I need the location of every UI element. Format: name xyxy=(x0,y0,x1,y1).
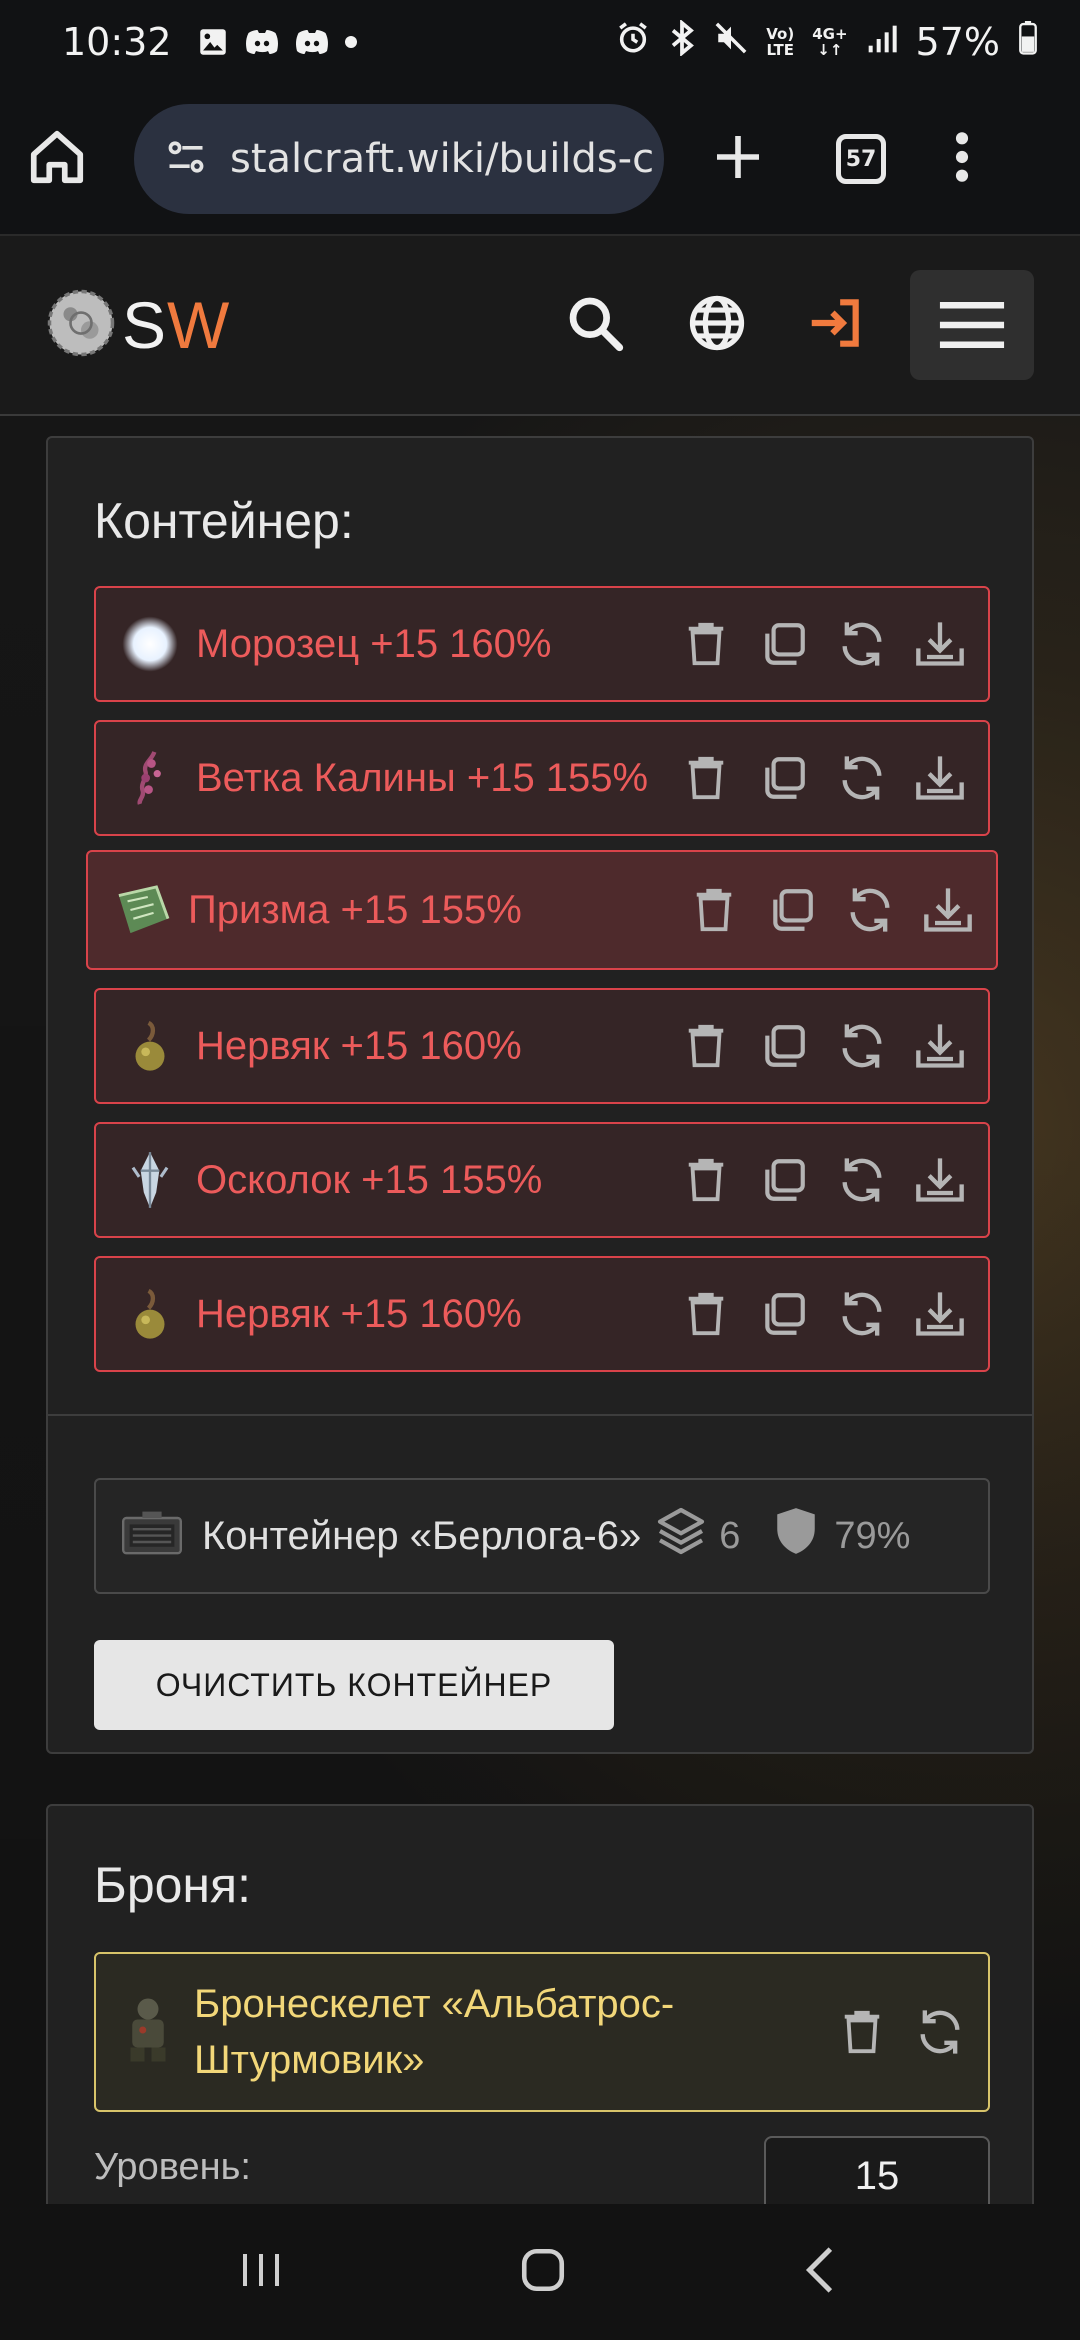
layers-icon xyxy=(653,1503,709,1569)
container-section-title: Контейнер: xyxy=(94,493,354,549)
replace-icon[interactable] xyxy=(834,1286,890,1342)
discord-icon xyxy=(244,27,280,57)
delete-icon[interactable] xyxy=(678,1286,734,1342)
artifact-thumbnail xyxy=(120,1284,180,1344)
copy-icon[interactable] xyxy=(756,750,812,806)
hamburger-menu-button[interactable] xyxy=(910,270,1034,380)
clock: 10:32 xyxy=(62,20,172,64)
artifact-name: Призма +15 155% xyxy=(188,887,522,932)
system-nav-bar xyxy=(0,2204,1080,2340)
logo-text: SW xyxy=(122,288,231,362)
artifact-thumbnail xyxy=(120,748,180,808)
artifact-row[interactable]: Призма +15 155% xyxy=(86,850,998,970)
delete-icon[interactable] xyxy=(678,1152,734,1208)
volte-indicator: Vo) LTE xyxy=(766,25,795,59)
level-input[interactable]: 15 xyxy=(764,2136,990,2204)
artifact-name: Морозец +15 160% xyxy=(196,621,552,666)
discord-icon xyxy=(294,27,330,57)
download-icon[interactable] xyxy=(912,1286,968,1342)
replace-icon[interactable] xyxy=(834,616,890,672)
replace-icon[interactable] xyxy=(912,2004,968,2060)
artifact-name: Нервяк +15 160% xyxy=(196,1023,522,1068)
replace-icon[interactable] xyxy=(834,1018,890,1074)
delete-icon[interactable] xyxy=(686,882,742,938)
artifact-thumbnail xyxy=(120,614,180,674)
section-divider xyxy=(48,1414,1032,1416)
download-icon[interactable] xyxy=(912,750,968,806)
container-name: Контейнер «Берлога-6» xyxy=(202,1513,642,1558)
download-icon[interactable] xyxy=(912,616,968,672)
page-content: Контейнер: Морозец +15 160% Ветка Калины… xyxy=(0,416,1080,2204)
replace-icon[interactable] xyxy=(834,1152,890,1208)
delete-icon[interactable] xyxy=(834,2004,890,2060)
copy-icon[interactable] xyxy=(756,1152,812,1208)
url-text: stalcraft.wiki/builds-c xyxy=(230,136,655,182)
container-capacity: 6 xyxy=(653,1503,740,1569)
home-icon[interactable] xyxy=(26,126,88,192)
armor-section-title: Броня: xyxy=(94,1857,252,1913)
login-icon[interactable] xyxy=(804,292,866,358)
artifact-name: Осколок +15 155% xyxy=(196,1157,543,1202)
more-options-icon[interactable] xyxy=(954,129,970,189)
artifact-row[interactable]: Ветка Калины +15 155% xyxy=(94,720,990,836)
container-protection: 79% xyxy=(774,1506,910,1566)
site-header: SW xyxy=(0,236,1080,416)
container-thumbnail xyxy=(120,1508,184,1564)
signal-icon xyxy=(866,20,898,64)
level-label: Уровень: xyxy=(94,2146,251,2188)
delete-icon[interactable] xyxy=(678,1018,734,1074)
browser-toolbar: stalcraft.wiki/builds-c 57 xyxy=(0,84,1080,236)
copy-icon[interactable] xyxy=(756,616,812,672)
artifact-row[interactable]: Морозец +15 160% xyxy=(94,586,990,702)
back-icon[interactable] xyxy=(801,2245,843,2299)
language-globe-icon[interactable] xyxy=(686,292,748,358)
delete-icon[interactable] xyxy=(678,750,734,806)
tab-switcher-button[interactable]: 57 xyxy=(836,134,886,184)
address-bar[interactable]: stalcraft.wiki/builds-c xyxy=(134,104,664,214)
artifact-name: Нервяк +15 160% xyxy=(196,1291,522,1336)
site-logo[interactable]: SW xyxy=(46,287,230,363)
home-button-icon[interactable] xyxy=(518,2245,568,2299)
replace-icon[interactable] xyxy=(842,882,898,938)
gallery-icon xyxy=(196,25,230,59)
container-panel: Контейнер: Морозец +15 160% Ветка Калины… xyxy=(46,436,1034,1754)
alarm-icon xyxy=(616,20,650,64)
site-settings-icon[interactable] xyxy=(164,135,208,183)
artifact-row[interactable]: Нервяк +15 160% xyxy=(94,988,990,1104)
recent-apps-icon[interactable] xyxy=(237,2246,285,2298)
armor-panel: Броня: Бронескелет «Альбатрос- Штурмовик»… xyxy=(46,1804,1034,2204)
notification-dot-icon xyxy=(344,35,358,49)
artifact-name: Ветка Калины +15 155% xyxy=(196,755,649,800)
artifact-thumbnail xyxy=(120,1016,180,1076)
search-icon[interactable] xyxy=(564,292,626,358)
download-icon[interactable] xyxy=(912,1018,968,1074)
new-tab-icon[interactable] xyxy=(710,129,766,189)
artifact-thumbnail xyxy=(120,1150,180,1210)
copy-icon[interactable] xyxy=(756,1286,812,1342)
artifact-row[interactable]: Нервяк +15 160% xyxy=(94,1256,990,1372)
armor-thumbnail xyxy=(120,1995,176,2069)
battery-icon xyxy=(1018,20,1038,64)
shield-icon xyxy=(774,1506,818,1566)
armor-name: Бронескелет «Альбатрос- Штурмовик» xyxy=(194,1982,675,2082)
copy-icon[interactable] xyxy=(756,1018,812,1074)
container-selector[interactable]: Контейнер «Берлога-6» 6 79% xyxy=(94,1478,990,1594)
status-bar: 10:32 Vo) LTE 4G+ ↓↑ 57% xyxy=(0,0,1080,84)
mute-icon xyxy=(714,20,748,64)
logo-emblem-icon xyxy=(46,288,116,362)
artifact-thumbnail xyxy=(112,880,172,940)
download-icon[interactable] xyxy=(920,882,976,938)
bluetooth-icon xyxy=(668,18,696,65)
battery-percent: 57% xyxy=(915,20,1000,64)
artifact-row[interactable]: Осколок +15 155% xyxy=(94,1122,990,1238)
download-icon[interactable] xyxy=(912,1152,968,1208)
clear-container-button[interactable]: ОЧИСТИТЬ КОНТЕЙНЕР xyxy=(94,1640,614,1730)
network-4g-indicator: 4G+ ↓↑ xyxy=(812,25,848,59)
copy-icon[interactable] xyxy=(764,882,820,938)
delete-icon[interactable] xyxy=(678,616,734,672)
armor-selector[interactable]: Бронескелет «Альбатрос- Штурмовик» xyxy=(94,1952,990,2112)
replace-icon[interactable] xyxy=(834,750,890,806)
